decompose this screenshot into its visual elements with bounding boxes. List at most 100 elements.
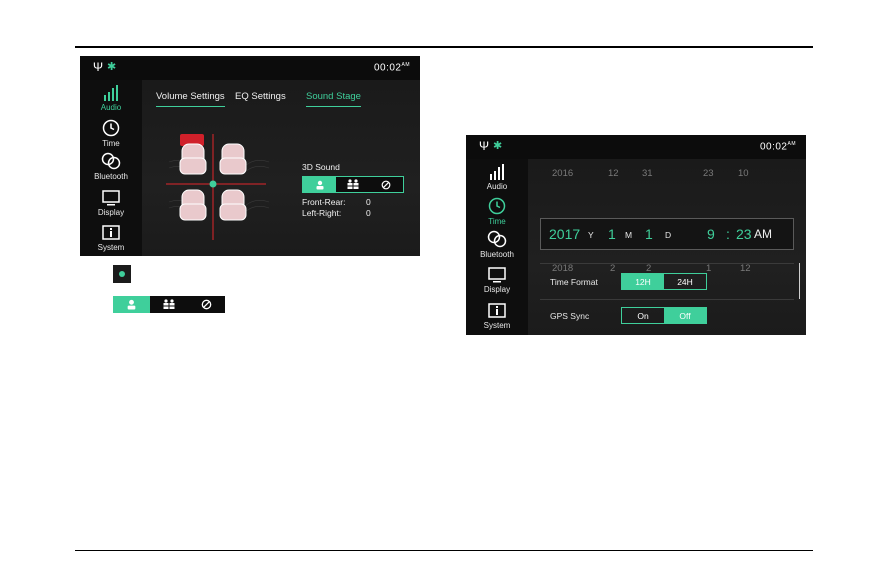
prev-month: 12 (608, 168, 619, 179)
footer-rule (75, 550, 813, 551)
sidebar-item-label: System (483, 321, 511, 330)
sound-position-dot-icon (113, 265, 131, 283)
seat-front-left-cushion (179, 157, 207, 175)
sidebar-item-label: Time (488, 217, 506, 226)
bluetooth-icon: ✱ (107, 61, 117, 73)
current-minute[interactable]: 23 (736, 226, 752, 242)
time-separator: : (726, 226, 730, 242)
time-settings-screen: Ψ ✱ 00:02AM Audio Time Bluetooth Display… (466, 135, 806, 335)
status-bar: Ψ ✱ 00:02AM (80, 56, 420, 80)
sound-3d-title: 3D Sound (302, 162, 340, 172)
sidebar-item-time[interactable]: Time (466, 197, 528, 226)
time-format-24h-button[interactable]: 24H (664, 274, 706, 289)
sidebar-item-display[interactable]: Display (80, 190, 142, 217)
current-ampm[interactable]: AM (754, 227, 772, 241)
sidebar-item-label: System (97, 243, 125, 252)
info-icon (488, 303, 506, 318)
current-hour[interactable]: 9 (707, 226, 715, 242)
front-rear-row: Front-Rear: 0 (302, 197, 371, 207)
next-year: 2018 (552, 263, 574, 274)
clock-readout: 00:02AM (759, 141, 796, 153)
monitor-icon (102, 190, 120, 206)
current-month[interactable]: 1 (608, 226, 616, 242)
sidebar-item-label: Bluetooth (94, 172, 128, 181)
gps-sync-toggle: On Off (621, 307, 707, 324)
time-format-toggle: 12H 24H (621, 273, 707, 290)
info-icon (102, 225, 120, 240)
usb-icon: Ψ (479, 139, 490, 153)
prev-minute: 10 (738, 168, 749, 179)
picker-divider (540, 263, 794, 264)
sidebar-item-label: Bluetooth (480, 250, 514, 259)
header-rule (75, 46, 813, 48)
link-icon (101, 152, 121, 170)
tab-sound-stage[interactable]: Sound Stage (306, 91, 361, 107)
mode-person-button[interactable] (303, 177, 337, 192)
clock-icon (488, 197, 506, 215)
seat-front-right-cushion (219, 157, 247, 175)
sidebar-item-label: Audio (486, 182, 508, 191)
sidebar-item-label: Display (97, 208, 125, 217)
prev-day: 31 (642, 168, 653, 179)
clock-readout: 00:02AM (373, 62, 410, 74)
day-unit: D (665, 230, 672, 240)
tab-eq-settings[interactable]: EQ Settings (235, 91, 286, 102)
sidebar-item-display[interactable]: Display (466, 267, 528, 294)
left-right-value: 0 (366, 208, 371, 218)
sidebar-item-label: Audio (100, 103, 122, 112)
person-icon (316, 180, 324, 189)
scrollbar[interactable] (799, 263, 800, 299)
left-right-label: Left-Right: (302, 208, 342, 218)
mode-off-button[interactable] (370, 177, 403, 192)
clock-icon (102, 119, 120, 137)
mode-group-button[interactable] (336, 177, 369, 192)
bluetooth-icon: ✱ (493, 140, 503, 152)
sidebar-item-system[interactable]: System (80, 225, 142, 252)
sidebar-item-label: Display (483, 285, 511, 294)
sidebar-item-time[interactable]: Time (80, 119, 142, 148)
sound-stage-screen: Ψ ✱ 00:02AM Audio Time Bluetooth Display… (80, 56, 420, 256)
prev-year: 2016 (552, 168, 574, 179)
front-rear-label: Front-Rear: (302, 197, 346, 207)
front-rear-value: 0 (366, 197, 371, 207)
seat-rear-left-cushion (179, 203, 207, 221)
sidebar: Audio Time Bluetooth Display System (466, 159, 529, 335)
person-icon (113, 296, 151, 313)
sidebar-item-label: Time (102, 139, 120, 148)
sound-stage-content: Volume Settings EQ Settings Sound Stage (142, 80, 420, 256)
group-icon (150, 296, 187, 313)
off-icon (381, 180, 391, 189)
sidebar-item-system[interactable]: System (466, 303, 528, 330)
next-month: 2 (610, 263, 616, 274)
link-icon (487, 230, 507, 248)
settings-divider (540, 299, 794, 300)
sidebar: Audio Time Bluetooth Display System (80, 80, 143, 256)
gps-sync-off-button[interactable]: Off (664, 308, 706, 323)
off-icon (188, 296, 225, 313)
current-day[interactable]: 1 (645, 226, 653, 242)
sidebar-item-bluetooth[interactable]: Bluetooth (466, 230, 528, 259)
equalizer-icon (490, 164, 504, 180)
gps-sync-label: GPS Sync (550, 311, 590, 321)
time-settings-content: 2016 12 31 23 10 2017 Y 1 M 1 D 9 : 23 A… (528, 159, 806, 335)
month-unit: M (625, 230, 633, 240)
sidebar-item-audio[interactable]: Audio (466, 164, 528, 191)
year-unit: Y (588, 230, 594, 240)
current-year[interactable]: 2017 (549, 226, 580, 242)
sidebar-item-audio[interactable]: Audio (80, 85, 142, 112)
monitor-icon (488, 267, 506, 283)
date-time-picker-current[interactable]: 2017 Y 1 M 1 D 9 : 23 AM (540, 218, 794, 250)
seat-map[interactable] (164, 132, 274, 242)
sound-mode-selector (302, 176, 404, 193)
sound-position-dot-icon (209, 180, 217, 188)
equalizer-icon (104, 85, 118, 101)
prev-hour: 23 (703, 168, 714, 179)
status-bar: Ψ ✱ 00:02AM (466, 135, 806, 159)
group-icon (347, 179, 359, 189)
gps-sync-on-button[interactable]: On (622, 308, 664, 323)
tab-volume-settings[interactable]: Volume Settings (156, 91, 225, 107)
next-minute: 12 (740, 263, 751, 274)
time-format-12h-button[interactable]: 12H (622, 274, 664, 289)
usb-icon: Ψ (93, 60, 104, 74)
sidebar-item-bluetooth[interactable]: Bluetooth (80, 152, 142, 181)
